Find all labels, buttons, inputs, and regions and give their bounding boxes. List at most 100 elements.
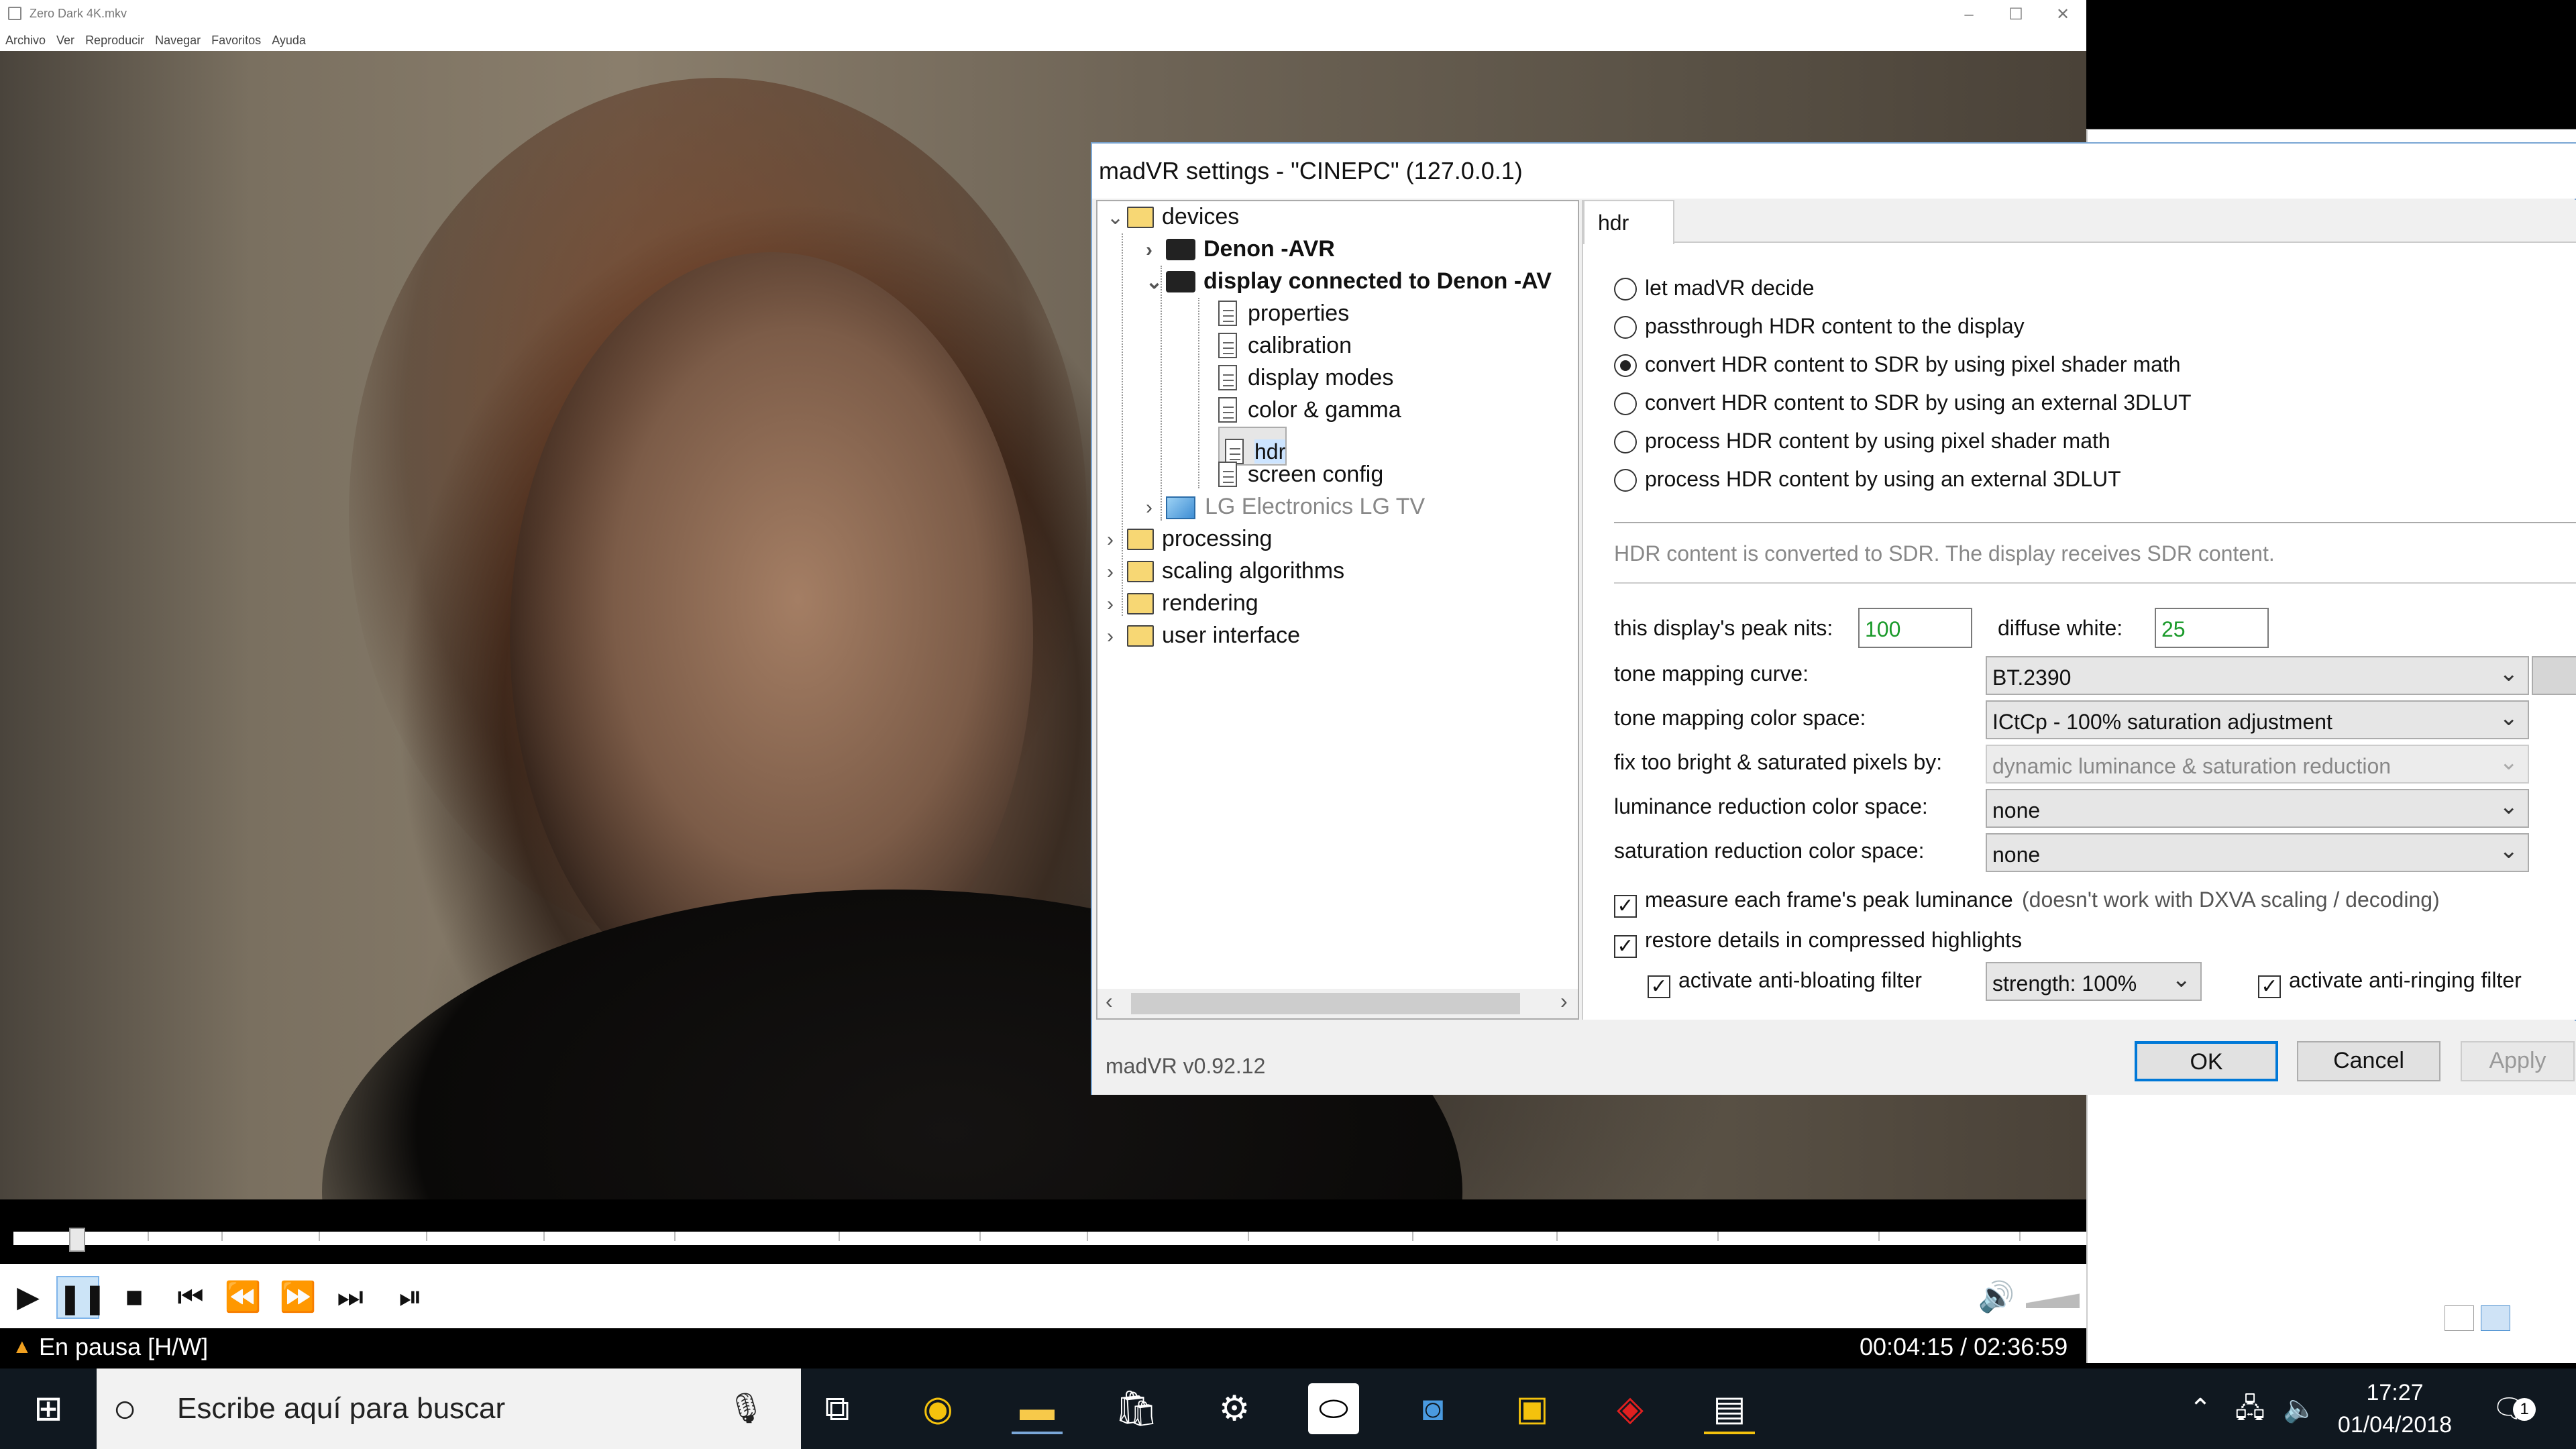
expand-icon[interactable]: ›	[1107, 525, 1127, 555]
tree-node-rendering[interactable]: › rendering	[1107, 588, 1258, 619]
checkbox-checked[interactable]: ✓	[1614, 895, 1637, 918]
scroll-right-icon[interactable]: ›	[1560, 989, 1568, 1014]
tone-curve-config-button[interactable]	[2532, 656, 2576, 695]
tree-node-color-gamma[interactable]: color & gamma	[1218, 394, 1401, 425]
maximize-button[interactable]: ☐	[1992, 3, 2039, 27]
menu-reproducir[interactable]: Reproducir	[80, 30, 150, 48]
tree-node-scaling[interactable]: › scaling algorithms	[1107, 555, 1344, 586]
radio-process-pixel-shader[interactable]: process HDR content by using pixel shade…	[1614, 425, 2110, 456]
task-view-icon[interactable]: ⧉	[812, 1383, 863, 1434]
pause-button[interactable]: ❚❚	[56, 1276, 107, 1319]
clock[interactable]: 17:27 01/04/2018	[2328, 1368, 2462, 1449]
luminance-reduction-select[interactable]: none ⌄	[1986, 789, 2529, 828]
tree-node-calibration[interactable]: calibration	[1218, 330, 1352, 361]
anti-bloating-checkbox[interactable]: ✓ activate anti-bloating filter	[1648, 965, 1922, 998]
tree-node-display-modes[interactable]: display modes	[1218, 362, 1393, 393]
restore-details-checkbox[interactable]: ✓ restore details in compressed highlight…	[1614, 924, 2022, 958]
radio-circle[interactable]	[1614, 278, 1637, 301]
next-button[interactable]: ⏭	[329, 1276, 372, 1319]
checkbox-checked[interactable]: ✓	[2258, 975, 2281, 998]
measure-peak-checkbox[interactable]: ✓ measure each frame's peak luminance	[1614, 884, 2013, 918]
chrome-icon[interactable]: ◉	[912, 1383, 963, 1434]
store-icon[interactable]: 🛍	[1111, 1383, 1162, 1434]
radio-circle[interactable]	[1614, 392, 1637, 415]
radio-passthrough[interactable]: passthrough HDR content to the display	[1614, 311, 2025, 341]
chevron-up-icon[interactable]: ⌃	[2182, 1368, 2219, 1449]
tone-color-space-select[interactable]: ICtCp - 100% saturation adjustment ⌄	[1986, 700, 2529, 739]
play-button[interactable]: ▶	[7, 1276, 50, 1319]
anti-ringing-checkbox[interactable]: ✓ activate anti-ringing filter	[2258, 965, 2522, 998]
expand-icon[interactable]: ›	[1107, 621, 1127, 652]
radio-convert-3dlut[interactable]: convert HDR content to SDR by using an e…	[1614, 387, 2192, 418]
tree-node-properties[interactable]: properties	[1218, 298, 1349, 329]
scroll-left-icon[interactable]: ‹	[1106, 989, 1113, 1014]
search-box[interactable]: ○ Escribe aquí para buscar 🎙	[97, 1368, 801, 1449]
ok-button[interactable]: OK	[2135, 1041, 2278, 1081]
radio-let-madvr-decide[interactable]: let madVR decide	[1614, 272, 1815, 303]
steam-icon[interactable]: ⚙	[1209, 1383, 1260, 1434]
peak-nits-input[interactable]: 100	[1858, 608, 1972, 648]
radio-convert-pixel-shader[interactable]: convert HDR content to SDR by using pixe…	[1614, 349, 2181, 380]
tree-node-processing[interactable]: › processing	[1107, 523, 1272, 554]
notification-icon[interactable]: 🗨 1	[2482, 1368, 2536, 1449]
menu-navegar[interactable]: Navegar	[150, 30, 206, 48]
scroll-thumb[interactable]	[1131, 993, 1520, 1014]
vr-headset-icon[interactable]: ◙	[1407, 1383, 1458, 1434]
sab-icon[interactable]: ▣	[1507, 1383, 1558, 1434]
rewind-button[interactable]: ⏪	[221, 1276, 264, 1319]
tree-node-screen-config[interactable]: screen config	[1218, 459, 1383, 490]
tree-node-lg-tv[interactable]: › LG Electronics LG TV	[1146, 491, 1425, 522]
menu-favoritos[interactable]: Favoritos	[206, 30, 266, 48]
seek-track[interactable]	[13, 1228, 2086, 1252]
microphone-icon[interactable]: 🎙	[727, 1368, 765, 1449]
expand-icon[interactable]: ›	[1107, 557, 1127, 588]
volume-icon[interactable]: 🔈	[2279, 1368, 2320, 1449]
checkbox-checked[interactable]: ✓	[1614, 935, 1637, 958]
radio-circle-selected[interactable]	[1614, 354, 1637, 377]
tree-horizontal-scrollbar[interactable]: ‹ ›	[1097, 989, 1578, 1018]
radio-circle[interactable]	[1614, 316, 1637, 339]
game-icon[interactable]: ◈	[1605, 1383, 1656, 1434]
close-button[interactable]: ✕	[2039, 3, 2086, 27]
seek-bar[interactable]	[0, 1199, 2086, 1264]
checkbox-checked[interactable]: ✓	[1648, 975, 1670, 998]
collapse-icon[interactable]: ⌄	[1146, 267, 1166, 298]
diffuse-white-input[interactable]: 25	[2155, 608, 2269, 648]
network-icon[interactable]: 🖧	[2230, 1368, 2270, 1449]
tree-node-user-interface[interactable]: › user interface	[1107, 620, 1300, 651]
menu-archivo[interactable]: Archivo	[0, 30, 51, 48]
radio-circle[interactable]	[1614, 431, 1637, 453]
minimize-button[interactable]: –	[1945, 3, 1992, 27]
menu-ayuda[interactable]: Ayuda	[266, 30, 311, 48]
radio-circle[interactable]	[1614, 469, 1637, 492]
file-explorer-icon[interactable]: ▬	[1012, 1383, 1063, 1434]
volume-slider[interactable]	[2026, 1288, 2080, 1308]
collapse-icon[interactable]: ⌄	[1107, 203, 1127, 233]
expand-icon[interactable]: ›	[1146, 492, 1166, 523]
frame-step-button[interactable]: ⏯	[389, 1276, 432, 1319]
tab-hdr[interactable]: hdr	[1583, 200, 1674, 244]
mpc-icon[interactable]: ▤	[1704, 1383, 1755, 1434]
menu-ver[interactable]: Ver	[51, 30, 80, 48]
expand-icon[interactable]: ›	[1146, 235, 1166, 266]
tree-node-devices[interactable]: ⌄ devices	[1107, 201, 1239, 232]
windows-logo-icon[interactable]: ⊞	[23, 1383, 74, 1434]
tree-node-denon[interactable]: › Denon -AVR	[1146, 233, 1335, 264]
cancel-button[interactable]: Cancel	[2297, 1041, 2440, 1081]
tree-node-display[interactable]: ⌄ display connected to Denon -AV	[1146, 266, 1552, 297]
apply-button[interactable]: Apply	[2461, 1041, 2575, 1081]
tone-curve-select[interactable]: BT.2390 ⌄	[1986, 656, 2529, 695]
detail-view-icon[interactable]	[2481, 1305, 2510, 1331]
saturation-reduction-select[interactable]: none ⌄	[1986, 833, 2529, 872]
chapter-tick	[1878, 1232, 1880, 1241]
stop-button[interactable]: ■	[113, 1276, 156, 1319]
expand-icon[interactable]: ›	[1107, 589, 1127, 620]
radio-process-3dlut[interactable]: process HDR content by using an external…	[1614, 464, 2121, 494]
fast-forward-button[interactable]: ⏩	[276, 1276, 319, 1319]
list-view-icon[interactable]	[2445, 1305, 2474, 1331]
oculus-icon[interactable]: ⬭	[1308, 1383, 1359, 1434]
seek-thumb[interactable]	[69, 1228, 85, 1252]
previous-button[interactable]: ⏮	[169, 1276, 212, 1319]
volume-icon[interactable]: 🔊	[1975, 1276, 2018, 1319]
strength-select[interactable]: strength: 100% ⌄	[1986, 962, 2202, 1001]
